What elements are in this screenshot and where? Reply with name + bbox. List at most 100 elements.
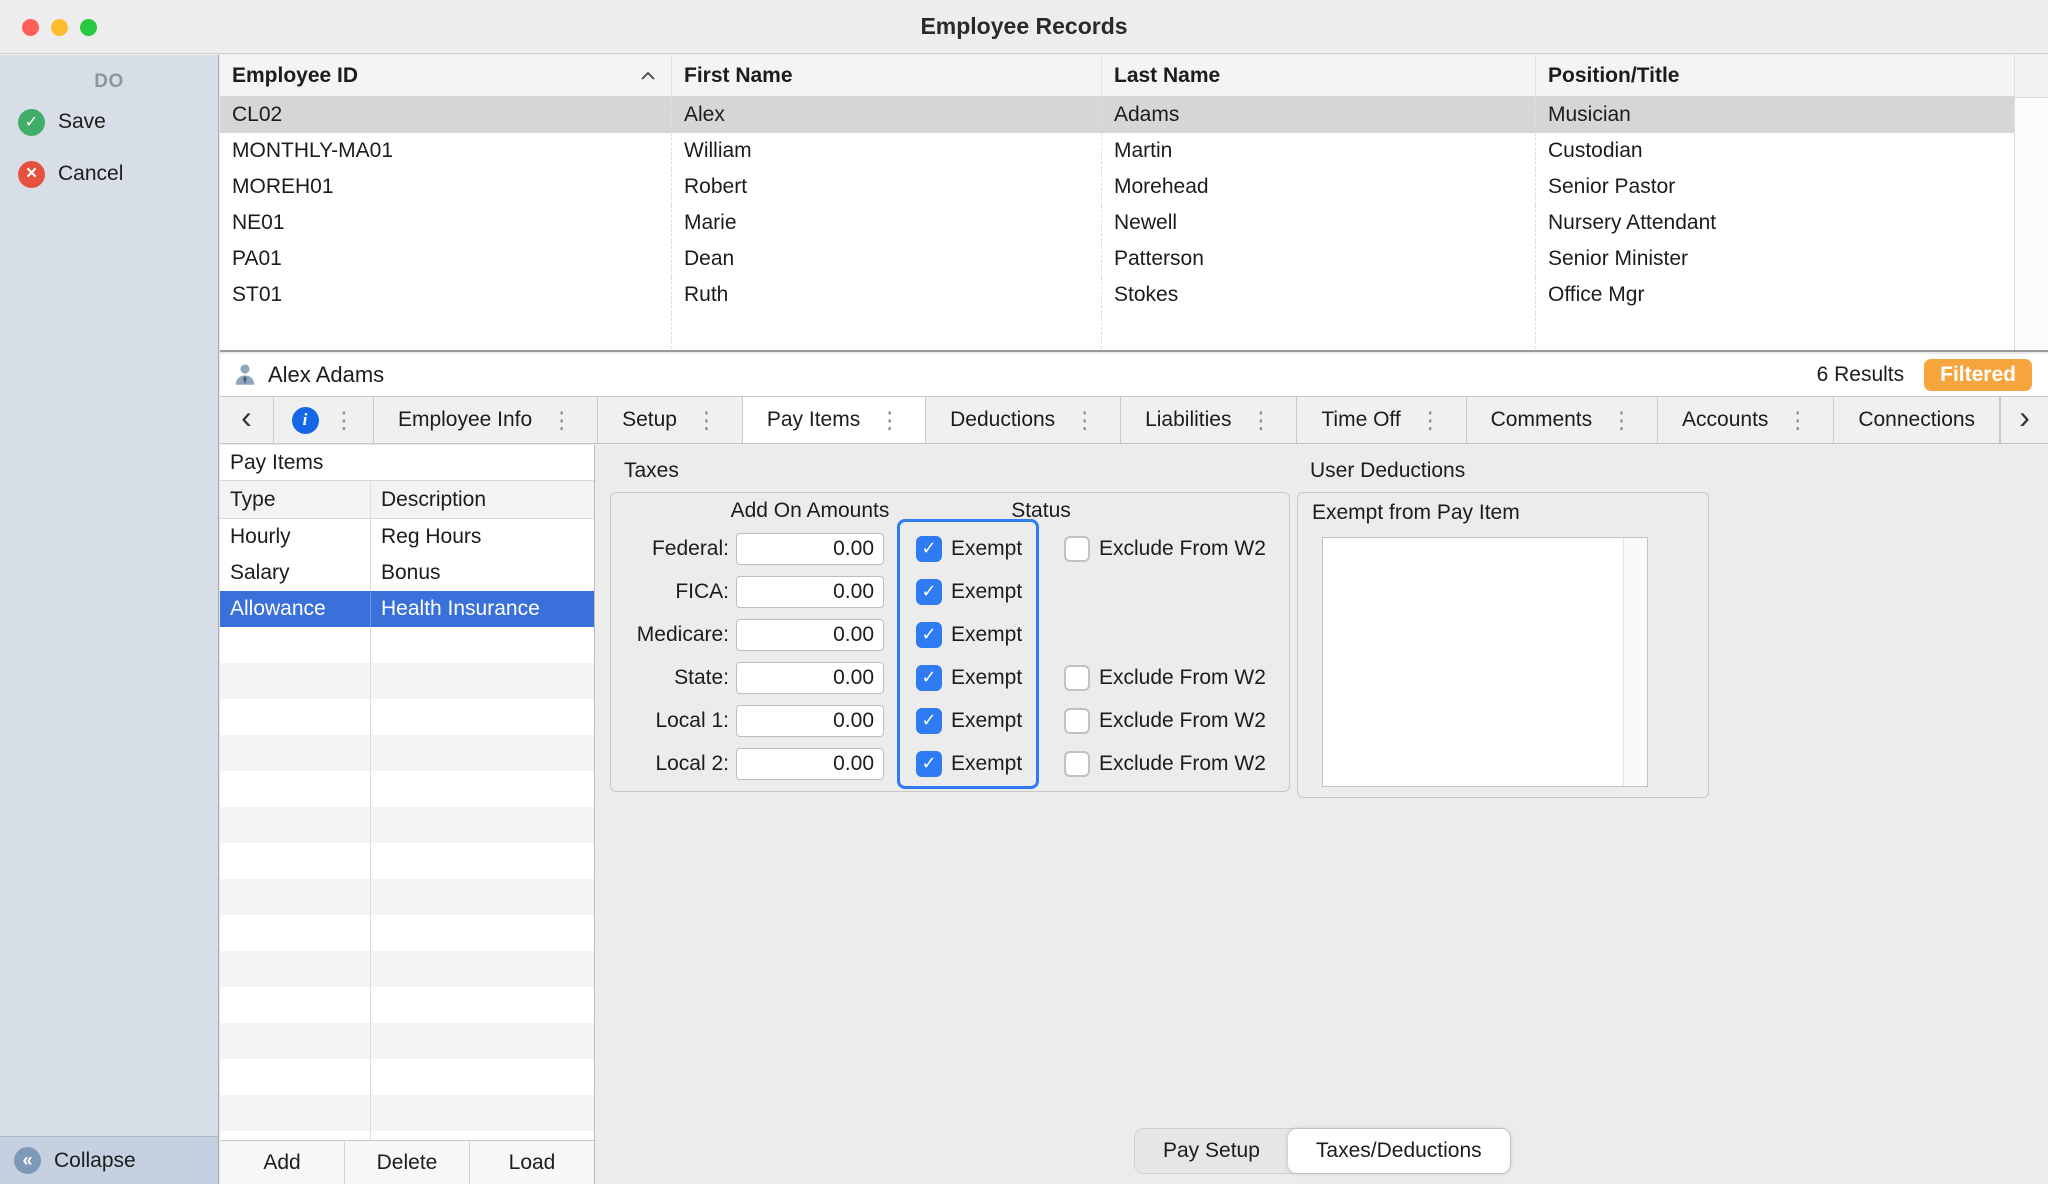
- position-cell: Musician: [1548, 103, 1631, 126]
- employee-id-cell: NE01: [220, 205, 672, 241]
- medicare-addon-input[interactable]: [736, 618, 884, 651]
- local-1-addon-input[interactable]: [736, 704, 884, 737]
- state-exempt-checkbox[interactable]: [916, 664, 942, 691]
- selected-employee-name: Alex Adams: [268, 362, 385, 387]
- collapse-button[interactable]: « Collapse: [0, 1136, 218, 1184]
- local-2-exempt-checkbox[interactable]: [916, 750, 942, 777]
- tabs-scroll-right-button[interactable]: ›: [2000, 397, 2048, 443]
- tax-row-federal: Federal: Exempt Exclude From W2: [611, 527, 1289, 570]
- employee-row[interactable]: CL02 Alex Adams Musician: [220, 97, 2048, 133]
- position-cell: Senior Pastor: [1548, 175, 1676, 198]
- empty-cell: [672, 313, 1102, 349]
- column-header-position-title[interactable]: Position/Title: [1536, 55, 2014, 96]
- tab-connections[interactable]: Connections: [1834, 397, 2001, 443]
- listbox-scrollbar[interactable]: [1623, 538, 1647, 786]
- federal-addon-input[interactable]: [736, 532, 884, 565]
- local-2-exclude-w2-checkbox[interactable]: [1064, 750, 1090, 777]
- fica-addon-input[interactable]: [736, 575, 884, 608]
- pay-item-row[interactable]: Allowance Health Insurance: [220, 591, 594, 627]
- local-1-exclude-w2-checkbox[interactable]: [1064, 707, 1090, 734]
- tab-menu-icon[interactable]: ⋮: [1073, 408, 1096, 432]
- tab-pay-items[interactable]: Pay Items ⋮: [742, 397, 927, 443]
- minimize-window-button[interactable]: [51, 18, 68, 36]
- state-addon-input[interactable]: [736, 661, 884, 694]
- delete-pay-item-button[interactable]: Delete: [345, 1141, 470, 1184]
- employee-table-scrollbar[interactable]: [2014, 55, 2048, 350]
- window-title: Employee Records: [920, 13, 1128, 39]
- zoom-window-button[interactable]: [80, 18, 97, 36]
- first-name-header-label: First Name: [684, 63, 793, 87]
- column-header-type[interactable]: Type: [220, 481, 370, 518]
- status-header: Status: [1011, 499, 1071, 522]
- tab-menu-icon[interactable]: ⋮: [1249, 408, 1272, 432]
- empty-cell: [1102, 313, 1536, 349]
- subtab-taxes-deductions[interactable]: Taxes/Deductions: [1287, 1129, 1510, 1173]
- tab-label: Accounts: [1682, 408, 1769, 431]
- filtered-badge[interactable]: Filtered: [1924, 359, 2032, 391]
- position-cell: Office Mgr: [1548, 283, 1645, 306]
- employee-row[interactable]: MONTHLY-MA01 William Martin Custodian: [220, 133, 2048, 169]
- column-header-last-name[interactable]: Last Name: [1102, 55, 1536, 96]
- employee-id-cell: MONTHLY-MA01: [220, 133, 672, 169]
- medicare-exempt-checkbox[interactable]: [916, 621, 942, 648]
- exempt-label: Exempt: [951, 665, 1023, 689]
- tab-menu-icon[interactable]: ⋮: [550, 408, 573, 432]
- employee-row[interactable]: ST01 Ruth Stokes Office Mgr: [220, 277, 2048, 313]
- employee-row[interactable]: MOREH01 Robert Morehead Senior Pastor: [220, 169, 2048, 205]
- pay-item-row[interactable]: Hourly Reg Hours: [220, 519, 594, 555]
- save-button[interactable]: ✓ Save: [0, 99, 218, 145]
- employee-row-empty: [220, 313, 2048, 349]
- last-name-cell: Newell: [1102, 205, 1536, 241]
- local-2-addon-input[interactable]: [736, 747, 884, 780]
- column-header-description[interactable]: Description: [370, 481, 594, 518]
- tab-comments[interactable]: Comments ⋮: [1467, 397, 1659, 443]
- employee-row[interactable]: PA01 Dean Patterson Senior Minister: [220, 241, 2048, 277]
- state-label: State:: [674, 665, 729, 689]
- tab-menu-icon[interactable]: ⋮: [695, 408, 718, 432]
- tab-setup[interactable]: Setup ⋮: [598, 397, 743, 443]
- federal-exempt-checkbox[interactable]: [916, 535, 942, 562]
- pay-item-description-cell: Health Insurance: [370, 591, 594, 627]
- tab-label: Setup: [622, 408, 677, 431]
- pay-item-row[interactable]: Salary Bonus: [220, 555, 594, 591]
- close-window-button[interactable]: [22, 18, 39, 36]
- employee-row[interactable]: NE01 Marie Newell Nursery Attendant: [220, 205, 2048, 241]
- tab-liabilities[interactable]: Liabilities ⋮: [1121, 397, 1298, 443]
- employee-id-cell: ST01: [220, 277, 672, 313]
- pay-item-description-cell: Reg Hours: [370, 519, 594, 555]
- tab-accounts[interactable]: Accounts ⋮: [1658, 397, 1835, 443]
- tab-menu-icon[interactable]: ⋮: [1419, 408, 1442, 432]
- add-pay-item-button[interactable]: Add: [220, 1141, 345, 1184]
- employee-table: Employee ID First Name Last Name Positio…: [220, 55, 2048, 352]
- federal-exclude-w2-checkbox[interactable]: [1064, 535, 1090, 562]
- tax-rows: Federal: Exempt Exclude From W2 FICA:: [611, 527, 1289, 785]
- last-name-cell: Martin: [1102, 133, 1536, 169]
- cancel-button[interactable]: × Cancel: [0, 151, 218, 197]
- tab-info[interactable]: i ⋮: [274, 397, 374, 443]
- local-1-exempt-checkbox[interactable]: [916, 707, 942, 734]
- column-header-first-name[interactable]: First Name: [672, 55, 1102, 96]
- tab-employee-info[interactable]: Employee Info ⋮: [374, 397, 599, 443]
- tab-time-off[interactable]: Time Off ⋮: [1297, 397, 1467, 443]
- last-name-cell: Patterson: [1102, 241, 1536, 277]
- tab-menu-icon[interactable]: ⋮: [333, 408, 356, 432]
- results-count: 6 Results: [1816, 363, 1905, 386]
- position-title-header-label: Position/Title: [1548, 63, 1680, 87]
- subtab-pay-setup[interactable]: Pay Setup: [1135, 1129, 1288, 1173]
- first-name-cell: William: [672, 133, 1102, 169]
- tabs-scroll-left-button[interactable]: ‹: [220, 397, 274, 443]
- tab-menu-icon[interactable]: ⋮: [1610, 408, 1633, 432]
- tab-label: Deductions: [950, 408, 1056, 431]
- tab-deductions[interactable]: Deductions ⋮: [926, 397, 1122, 443]
- state-exclude-w2-checkbox[interactable]: [1064, 664, 1090, 691]
- exempt-from-pay-item-listbox[interactable]: [1322, 537, 1648, 787]
- column-header-employee-id[interactable]: Employee ID: [220, 55, 672, 96]
- pay-items-panel-title: Pay Items: [220, 445, 594, 481]
- exclude-w2-label: Exclude From W2: [1099, 665, 1266, 689]
- pay-subtab-control: Pay Setup Taxes/Deductions: [1134, 1128, 1511, 1174]
- fica-exempt-checkbox[interactable]: [916, 578, 942, 605]
- tab-menu-icon[interactable]: ⋮: [1786, 408, 1809, 432]
- tab-menu-icon[interactable]: ⋮: [878, 408, 901, 432]
- load-pay-item-button[interactable]: Load: [470, 1141, 594, 1184]
- employee-table-header: Employee ID First Name Last Name Positio…: [220, 55, 2048, 97]
